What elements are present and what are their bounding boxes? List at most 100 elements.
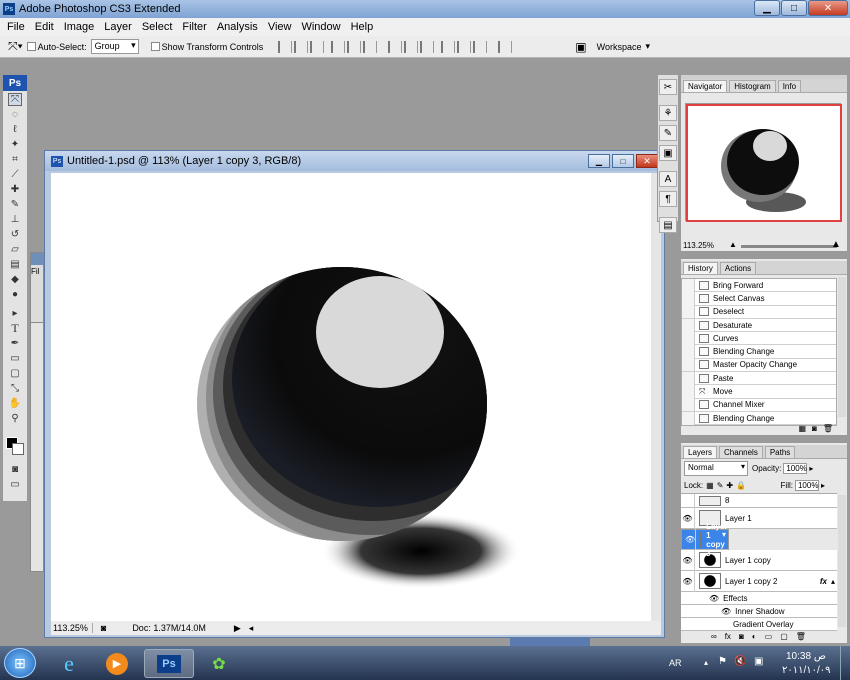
color-swatches[interactable] [3,431,27,457]
document-title-bar[interactable]: Ps Untitled-1.psd @ 113% (Layer 1 copy 3… [45,151,664,171]
distribute-right-icon[interactable] [473,40,488,53]
history-item[interactable]: Channel Mixer [682,398,836,412]
start-button[interactable]: ⊞ [4,648,36,678]
eye-icon[interactable]: 👁 [681,570,695,592]
link-layers-icon[interactable]: ∞ [711,632,717,641]
brush-tool-icon[interactable]: ✎ [8,198,22,211]
distribute-left-icon[interactable] [441,40,456,53]
align-center-icon[interactable] [347,40,362,53]
shape-tool-icon[interactable]: ▭ [8,352,22,365]
background-doc-window-2[interactable] [30,322,44,572]
menu-file[interactable]: File [2,21,30,33]
zoom-level[interactable]: 113.25% [53,623,93,633]
eye-icon[interactable]: 👁 [685,529,697,550]
align-middle-icon[interactable] [294,40,309,53]
eye-icon[interactable]: 👁 [681,549,695,571]
taskbar-photoshop-button[interactable]: Ps [144,649,194,678]
add-style-icon[interactable]: fx [725,632,731,641]
history-item[interactable]: Desaturate [682,318,836,333]
move-tool-icon[interactable]: ⤧▾ [8,39,23,54]
close-button[interactable]: ✕ [808,0,848,16]
taskbar-network-button[interactable]: ✿ [194,649,244,678]
crop-tool-icon[interactable]: ⌗ [8,153,22,166]
blend-mode-dropdown[interactable]: Normal [684,460,748,476]
workspace-dropdown-icon[interactable]: ▾ [645,41,650,52]
layer-row[interactable]: 👁 Layer 1 copy 2 fx ▴ [681,570,837,592]
navigator-preview[interactable] [685,103,842,222]
document-window[interactable]: Ps Untitled-1.psd @ 113% (Layer 1 copy 3… [44,150,665,638]
show-transform-checkbox[interactable] [150,42,160,51]
menu-analysis[interactable]: Analysis [212,21,263,33]
layer-row[interactable]: 8 [681,493,837,508]
menu-view[interactable]: View [263,21,297,33]
layer-row[interactable]: 👁 Layer 1 [681,507,837,529]
pen-tool-icon[interactable]: ✒ [8,337,22,350]
history-item[interactable]: Blending Change [682,345,836,359]
document-canvas[interactable] [51,173,651,621]
quick-mask-icon[interactable]: ◙ [8,463,22,476]
align-left-icon[interactable] [331,40,346,53]
path-select-icon[interactable]: ▸ [8,307,22,320]
fill-arrow-icon[interactable]: ▸ [821,481,825,490]
new-group-icon[interactable]: ▭ [765,632,773,641]
tab-layers[interactable]: Layers [683,446,718,458]
stamp-tool-icon[interactable]: ⊥ [8,213,22,226]
zoom-out-icon[interactable]: ▲ [729,240,737,249]
character-panel-icon[interactable]: A [659,171,677,187]
fill-input[interactable]: 100% [794,479,819,491]
language-indicator[interactable]: AR [669,658,682,668]
tab-histogram[interactable]: Histogram [729,80,776,92]
distribute-bottom-icon[interactable] [420,40,435,53]
new-layer-icon[interactable]: ▢ [780,632,788,641]
tab-paths[interactable]: Paths [764,446,796,458]
clone-source-icon[interactable]: ⚘ [659,105,677,121]
minimize-button[interactable]: ▁ [754,0,780,16]
menu-image[interactable]: Image [59,21,100,33]
volume-muted-icon[interactable]: 🔇 [734,656,746,667]
history-item[interactable]: Select Canvas [682,291,836,306]
hand-tool-icon[interactable]: ✋ [8,397,22,410]
clock-date[interactable]: ٢٠١١/١٠/٠٩ [782,665,831,676]
menu-help[interactable]: Help [346,21,379,33]
layer-effects-icon[interactable]: fx [820,577,827,586]
menu-window[interactable]: Window [296,21,345,33]
add-mask-icon[interactable]: ◙ [739,632,744,641]
blur-tool-icon[interactable]: ◆ [8,273,22,286]
menu-filter[interactable]: Filter [177,21,211,33]
action-center-flag-icon[interactable]: ⚑ [718,656,727,667]
clock-time[interactable]: 10:38 ص [786,651,826,662]
layer-row[interactable]: 👁 Layer 1 copy [681,549,837,571]
adjustment-layer-icon[interactable]: ◐ [752,632,757,641]
gradient-tool-icon[interactable]: ▤ [8,258,22,271]
eye-icon[interactable]: 👁 [681,507,695,529]
history-brush-icon[interactable]: ↺ [8,228,22,241]
tab-actions[interactable]: Actions [719,262,757,274]
taskbar-ie-button[interactable]: e [44,649,94,678]
move-tool-icon[interactable]: ⤧ [8,93,22,106]
tab-navigator[interactable]: Navigator [683,80,728,92]
effect-row[interactable]: 👁 Inner Shadow [681,605,837,618]
history-scrollbar[interactable] [838,277,846,417]
menu-layer[interactable]: Layer [99,21,137,33]
new-document-from-state-icon[interactable]: ▦ [798,424,806,433]
background-color[interactable] [12,443,24,455]
distribute-center-icon[interactable] [457,40,472,53]
navigator-zoom[interactable]: 113.25% [683,241,714,250]
zoom-in-icon[interactable]: ▲ [831,239,841,250]
document-vertical-scrollbar[interactable] [651,173,661,621]
distribute-top-icon[interactable] [388,40,403,53]
notes-tool-icon[interactable]: ▢ [8,367,22,380]
measurement-log-icon[interactable]: ▤ [659,217,677,233]
dodge-tool-icon[interactable]: ● [8,288,22,301]
effect-eye-icon[interactable]: 👁 [721,607,731,616]
display-tray-icon[interactable]: ▣ [754,656,763,667]
lock-all-icon[interactable]: 🔒 [736,481,746,490]
magic-wand-tool-icon[interactable]: ✦ [8,138,22,151]
eraser-tool-icon[interactable]: ▱ [8,243,22,256]
healing-tool-icon[interactable]: ✚ [8,183,22,196]
status-arrow-icon[interactable]: ▶ [234,623,241,634]
tools-panel-icon[interactable]: ✂ [659,79,677,95]
effects-row[interactable]: 👁 Effects [681,592,837,605]
auto-select-checkbox[interactable] [26,42,36,51]
maximize-button[interactable]: □ [781,0,807,16]
